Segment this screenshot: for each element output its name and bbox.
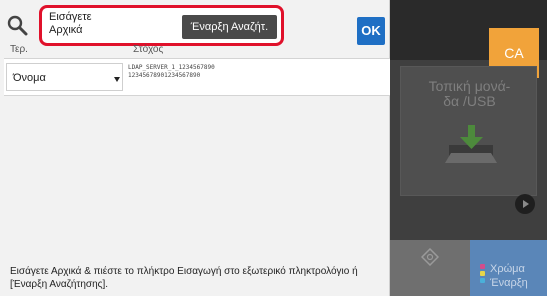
color-start-label-line2: Έναρξη xyxy=(490,277,528,289)
download-icon xyxy=(445,125,497,163)
target-line-1: LDAP_SERVER_1_1234567890 xyxy=(128,64,215,71)
stop-button[interactable] xyxy=(390,240,470,296)
color-start-label-line1: Χρώμα xyxy=(490,263,525,275)
initials-search-input[interactable]: Εισάγετε Αρχικά xyxy=(49,11,169,41)
local-drive-usb-tile[interactable]: Τοπική μονά- δα /USB xyxy=(400,66,537,196)
target-line-2: 12345678901234567890 xyxy=(128,72,201,79)
stop-icon xyxy=(421,248,439,266)
right-panel: CA Τοπική μονά- δα /USB Χρώμα Έναρξη xyxy=(390,0,547,296)
usb-tile-label: Τοπική μονά- δα /USB xyxy=(428,78,511,109)
ok-button[interactable]: OK xyxy=(357,17,385,45)
color-start-button[interactable]: Χρώμα Έναρξη xyxy=(470,240,547,296)
type-select-value: Όνομα xyxy=(13,72,46,84)
column-header-type: Τερ. xyxy=(10,44,28,55)
target-value: LDAP_SERVER_1_1234567890 123456789012345… xyxy=(128,64,258,80)
search-box-highlight: Εισάγετε Αρχικά Έναρξη Αναζήτ. xyxy=(39,5,284,46)
chevron-down-icon xyxy=(114,77,120,82)
color-start-label: Χρώμα Έναρξη xyxy=(490,262,528,290)
column-header-target: Στόχος xyxy=(133,44,164,55)
color-dots-icon xyxy=(480,264,486,290)
type-select[interactable]: Όνομα xyxy=(6,63,123,91)
start-search-button[interactable]: Έναρξη Αναζήτ. xyxy=(182,15,277,39)
chevron-right-icon[interactable] xyxy=(515,194,535,214)
search-condition-row: Όνομα LDAP_SERVER_1_1234567890 123456789… xyxy=(4,58,390,96)
search-icon xyxy=(7,15,28,36)
instruction-text: Εισάγετε Αρχικά & πιέστε το πλήκτρο Εισα… xyxy=(10,266,358,290)
screen: CA Τοπική μονά- δα /USB Χρώμα Έναρξη Εισ… xyxy=(0,0,547,296)
address-search-dialog: Εισάγετε Αρχικά Έναρξη Αναζήτ. OK Τερ. Σ… xyxy=(0,0,390,296)
